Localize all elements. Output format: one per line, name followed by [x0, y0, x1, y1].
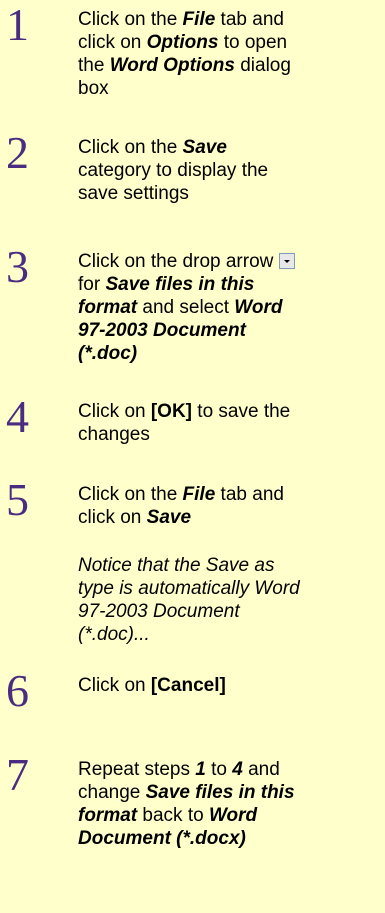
dropdown-arrow-icon [278, 253, 295, 269]
step-instruction: Click on [OK] to save the changes [78, 400, 385, 446]
note-line: Notice that the Save as [78, 555, 275, 576]
note-line: (*.doc)... [78, 624, 150, 645]
step-number: 3 [6, 241, 29, 292]
step-line: save settings [78, 183, 189, 204]
step-line: Repeat steps 1 to 4 and [78, 759, 280, 780]
step-line: Click on the Save [78, 137, 227, 158]
step-line: the Word Options dialog [78, 55, 291, 76]
step-number: 6 [6, 665, 29, 716]
note-line: type is automatically Word [78, 578, 300, 599]
step-line: Document (*.docx) [78, 828, 246, 849]
step-line: Click on [Cancel] [78, 675, 226, 696]
step-line: 97-2003 Document [78, 320, 246, 341]
step-line: box [78, 78, 109, 99]
step-number: 2 [6, 127, 29, 178]
step-line: Click on [OK] to save the [78, 401, 291, 422]
step-instruction: Click on the Save category to display th… [78, 136, 385, 205]
step-instruction: Repeat steps 1 to 4 and change Save file… [78, 758, 385, 850]
step-number: 5 [6, 474, 29, 525]
step-instruction: Click on the File tab and click on Save [78, 483, 385, 529]
step-line: category to display the [78, 160, 269, 181]
step-line: changes [78, 424, 150, 445]
step-line: Click on the drop arrow [78, 250, 385, 273]
note-line: 97-2003 Document [78, 601, 240, 622]
step-line: format and select Word [78, 297, 283, 318]
step-line: format back to Word [78, 805, 258, 826]
step-number: 1 [6, 0, 29, 50]
step-number: 7 [6, 749, 29, 800]
step-line: Click on the File tab and [78, 484, 284, 505]
step-line: click on Options to open [78, 32, 288, 53]
step-line: change Save files in this [78, 782, 295, 803]
note-text: Notice that the Save as type is automati… [78, 554, 385, 646]
step-number: 4 [6, 391, 29, 442]
step-line: for Save files in this [78, 274, 255, 295]
step-line: Click on the File tab and [78, 9, 284, 30]
step-instruction: Click on the File tab and click on Optio… [78, 8, 385, 100]
step-line: (*.doc) [78, 343, 138, 364]
step-instruction: Click on the drop arrow for Save files i… [78, 250, 385, 365]
step-line: click on Save [78, 507, 192, 528]
step-instruction: Click on [Cancel] [78, 674, 385, 697]
